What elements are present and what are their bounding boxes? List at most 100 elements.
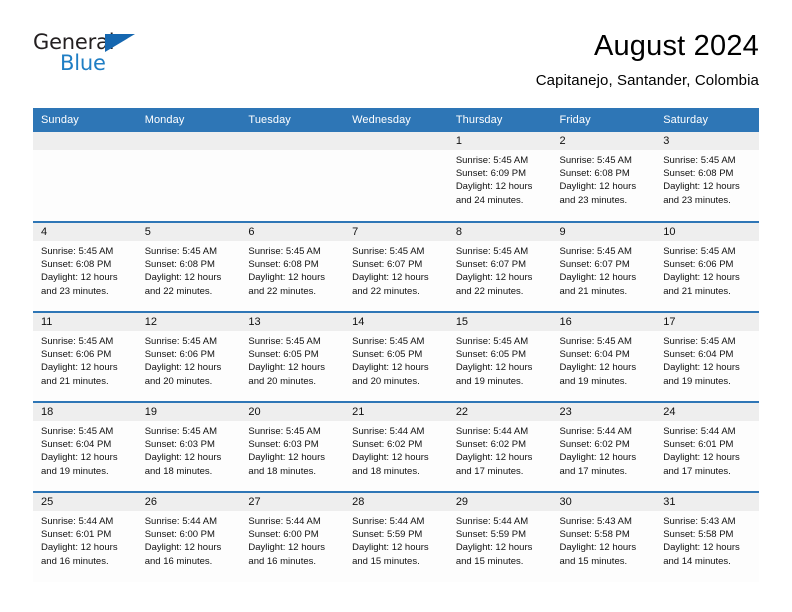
- day-cell[interactable]: 14 Sunrise: 5:45 AM Sunset: 6:05 PM Dayl…: [344, 311, 448, 402]
- day-number: 13: [240, 313, 345, 331]
- day-cell-inner: 3 Sunrise: 5:45 AM Sunset: 6:08 PM Dayli…: [655, 132, 759, 220]
- day-details: Sunrise: 5:44 AM Sunset: 6:01 PM Dayligh…: [33, 511, 137, 568]
- daylight-text-line2: and 14 minutes.: [663, 555, 731, 567]
- sunrise-text: Sunrise: 5:45 AM: [559, 336, 632, 347]
- daylight-text-line2: and 15 minutes.: [352, 555, 420, 567]
- sunset-text: Sunset: 6:00 PM: [248, 529, 319, 541]
- day-cell-inner: 26 Sunrise: 5:44 AM Sunset: 6:00 PM Dayl…: [136, 493, 241, 581]
- day-cell[interactable]: 26 Sunrise: 5:44 AM Sunset: 6:00 PM Dayl…: [136, 491, 241, 582]
- day-details: Sunrise: 5:44 AM Sunset: 6:00 PM Dayligh…: [137, 511, 241, 568]
- day-cell[interactable]: 1 Sunrise: 5:45 AM Sunset: 6:09 PM Dayli…: [447, 132, 552, 222]
- day-cell-inner: 9 Sunrise: 5:45 AM Sunset: 6:07 PM Dayli…: [551, 223, 656, 311]
- daylight-text-line1: Daylight: 12 hours: [455, 181, 533, 193]
- sunset-text: Sunset: 6:07 PM: [352, 259, 423, 271]
- day-cell[interactable]: 12 Sunrise: 5:45 AM Sunset: 6:06 PM Dayl…: [136, 311, 241, 402]
- day-cell[interactable]: 6 Sunrise: 5:45 AM Sunset: 6:08 PM Dayli…: [240, 221, 345, 312]
- daylight-text-line1: Daylight: 12 hours: [41, 362, 118, 374]
- sunset-text: Sunset: 6:08 PM: [663, 168, 734, 180]
- day-details: Sunrise: 5:45 AM Sunset: 6:09 PM Dayligh…: [448, 150, 552, 207]
- day-cell[interactable]: 15 Sunrise: 5:45 AM Sunset: 6:05 PM Dayl…: [447, 311, 552, 402]
- day-details: Sunrise: 5:44 AM Sunset: 6:02 PM Dayligh…: [344, 421, 448, 478]
- daylight-text-line2: and 16 minutes.: [41, 555, 109, 567]
- sunrise-text: Sunrise: 5:45 AM: [248, 426, 321, 437]
- day-cell[interactable]: 28 Sunrise: 5:44 AM Sunset: 5:59 PM Dayl…: [344, 491, 448, 582]
- day-number: 20: [240, 403, 345, 421]
- day-cell[interactable]: 10 Sunrise: 5:45 AM Sunset: 6:06 PM Dayl…: [655, 221, 759, 312]
- weekday-header-sunday: Sunday: [33, 108, 137, 132]
- sunset-text: Sunset: 6:01 PM: [41, 529, 112, 541]
- sunrise-text: Sunrise: 5:45 AM: [455, 336, 529, 347]
- day-cell[interactable]: 30 Sunrise: 5:43 AM Sunset: 5:58 PM Dayl…: [551, 491, 656, 582]
- sunset-text: Sunset: 5:58 PM: [559, 529, 630, 541]
- daylight-text-line1: Daylight: 12 hours: [663, 362, 740, 374]
- day-number: 29: [447, 493, 552, 511]
- day-cell[interactable]: 7 Sunrise: 5:45 AM Sunset: 6:07 PM Dayli…: [344, 221, 448, 312]
- day-cell-inner: [344, 132, 448, 220]
- day-cell[interactable]: 23 Sunrise: 5:44 AM Sunset: 6:02 PM Dayl…: [551, 401, 656, 492]
- title-block: August 2024 Capitanejo, Santander, Colom…: [536, 28, 759, 92]
- calendar-grid: Sunday Monday Tuesday Wednesday Thursday…: [33, 108, 759, 582]
- day-cell[interactable]: 29 Sunrise: 5:44 AM Sunset: 5:59 PM Dayl…: [447, 491, 552, 582]
- day-cell-inner: 23 Sunrise: 5:44 AM Sunset: 6:02 PM Dayl…: [551, 403, 656, 491]
- calendar-body: 1 Sunrise: 5:45 AM Sunset: 6:09 PM Dayli…: [33, 132, 759, 582]
- day-details: Sunrise: 5:45 AM Sunset: 6:06 PM Dayligh…: [655, 241, 759, 298]
- day-cell[interactable]: 9 Sunrise: 5:45 AM Sunset: 6:07 PM Dayli…: [551, 221, 656, 312]
- day-details: Sunrise: 5:43 AM Sunset: 5:58 PM Dayligh…: [552, 511, 656, 568]
- sunrise-text: Sunrise: 5:44 AM: [352, 516, 425, 527]
- day-cell-inner: 8 Sunrise: 5:45 AM Sunset: 6:07 PM Dayli…: [447, 223, 552, 311]
- day-cell[interactable]: 21 Sunrise: 5:44 AM Sunset: 6:02 PM Dayl…: [344, 401, 448, 492]
- day-cell[interactable]: [240, 132, 345, 222]
- sunset-text: Sunset: 6:05 PM: [248, 349, 319, 361]
- weekday-header-tuesday: Tuesday: [240, 108, 345, 132]
- weekday-header-saturday: Saturday: [655, 108, 759, 132]
- day-cell[interactable]: 31 Sunrise: 5:43 AM Sunset: 5:58 PM Dayl…: [655, 491, 759, 582]
- day-cell[interactable]: 13 Sunrise: 5:45 AM Sunset: 6:05 PM Dayl…: [240, 311, 345, 402]
- daylight-text-line2: and 22 minutes.: [248, 285, 317, 297]
- day-cell[interactable]: [33, 132, 137, 222]
- calendar-week-row: 18 Sunrise: 5:45 AM Sunset: 6:04 PM Dayl…: [33, 401, 759, 492]
- day-cell[interactable]: 16 Sunrise: 5:45 AM Sunset: 6:04 PM Dayl…: [551, 311, 656, 402]
- day-details: Sunrise: 5:45 AM Sunset: 6:05 PM Dayligh…: [240, 331, 344, 388]
- sunset-text: Sunset: 6:07 PM: [559, 259, 630, 271]
- day-cell[interactable]: 4 Sunrise: 5:45 AM Sunset: 6:08 PM Dayli…: [33, 221, 137, 312]
- daylight-text-line2: and 17 minutes.: [455, 465, 524, 477]
- day-cell-inner: 20 Sunrise: 5:45 AM Sunset: 6:03 PM Dayl…: [240, 403, 345, 491]
- day-cell[interactable]: 18 Sunrise: 5:45 AM Sunset: 6:04 PM Dayl…: [33, 401, 137, 492]
- sunset-text: Sunset: 6:09 PM: [455, 168, 527, 180]
- day-cell-inner: 30 Sunrise: 5:43 AM Sunset: 5:58 PM Dayl…: [551, 493, 656, 581]
- day-details: Sunrise: 5:45 AM Sunset: 6:04 PM Dayligh…: [33, 421, 137, 478]
- day-details: Sunrise: 5:44 AM Sunset: 6:01 PM Dayligh…: [655, 421, 759, 478]
- day-cell[interactable]: 2 Sunrise: 5:45 AM Sunset: 6:08 PM Dayli…: [551, 132, 656, 222]
- day-cell[interactable]: 5 Sunrise: 5:45 AM Sunset: 6:08 PM Dayli…: [136, 221, 241, 312]
- day-details: Sunrise: 5:45 AM Sunset: 6:03 PM Dayligh…: [137, 421, 241, 478]
- day-cell[interactable]: 17 Sunrise: 5:45 AM Sunset: 6:04 PM Dayl…: [655, 311, 759, 402]
- daylight-text-line2: and 17 minutes.: [559, 465, 628, 477]
- day-number: 6: [240, 223, 345, 241]
- day-cell[interactable]: 11 Sunrise: 5:45 AM Sunset: 6:06 PM Dayl…: [33, 311, 137, 402]
- daylight-text-line2: and 23 minutes.: [41, 285, 109, 297]
- daylight-text-line1: Daylight: 12 hours: [663, 272, 740, 284]
- day-number: 21: [344, 403, 448, 421]
- day-cell[interactable]: 22 Sunrise: 5:44 AM Sunset: 6:02 PM Dayl…: [447, 401, 552, 492]
- daylight-text-line1: Daylight: 12 hours: [559, 542, 637, 554]
- daylight-text-line2: and 19 minutes.: [41, 465, 109, 477]
- day-cell[interactable]: 27 Sunrise: 5:44 AM Sunset: 6:00 PM Dayl…: [240, 491, 345, 582]
- brand-logo[interactable]: General Blue: [33, 28, 143, 80]
- day-cell[interactable]: 25 Sunrise: 5:44 AM Sunset: 6:01 PM Dayl…: [33, 491, 137, 582]
- day-cell[interactable]: 8 Sunrise: 5:45 AM Sunset: 6:07 PM Dayli…: [447, 221, 552, 312]
- calendar-week-row: 25 Sunrise: 5:44 AM Sunset: 6:01 PM Dayl…: [33, 491, 759, 582]
- sunrise-text: Sunrise: 5:45 AM: [41, 246, 114, 257]
- sunset-text: Sunset: 5:58 PM: [663, 529, 734, 541]
- day-cell[interactable]: 19 Sunrise: 5:45 AM Sunset: 6:03 PM Dayl…: [136, 401, 241, 492]
- day-cell[interactable]: 3 Sunrise: 5:45 AM Sunset: 6:08 PM Dayli…: [655, 132, 759, 222]
- day-cell[interactable]: 24 Sunrise: 5:44 AM Sunset: 6:01 PM Dayl…: [655, 401, 759, 492]
- weekday-header-monday: Monday: [136, 108, 241, 132]
- day-cell[interactable]: [344, 132, 448, 222]
- calendar-week-row: 4 Sunrise: 5:45 AM Sunset: 6:08 PM Dayli…: [33, 221, 759, 312]
- day-cell[interactable]: 20 Sunrise: 5:45 AM Sunset: 6:03 PM Dayl…: [240, 401, 345, 492]
- daylight-text-line1: Daylight: 12 hours: [352, 542, 429, 554]
- day-cell-inner: 13 Sunrise: 5:45 AM Sunset: 6:05 PM Dayl…: [240, 313, 345, 401]
- day-number: [240, 132, 345, 150]
- day-cell[interactable]: [136, 132, 241, 222]
- daylight-text-line2: and 18 minutes.: [248, 465, 317, 477]
